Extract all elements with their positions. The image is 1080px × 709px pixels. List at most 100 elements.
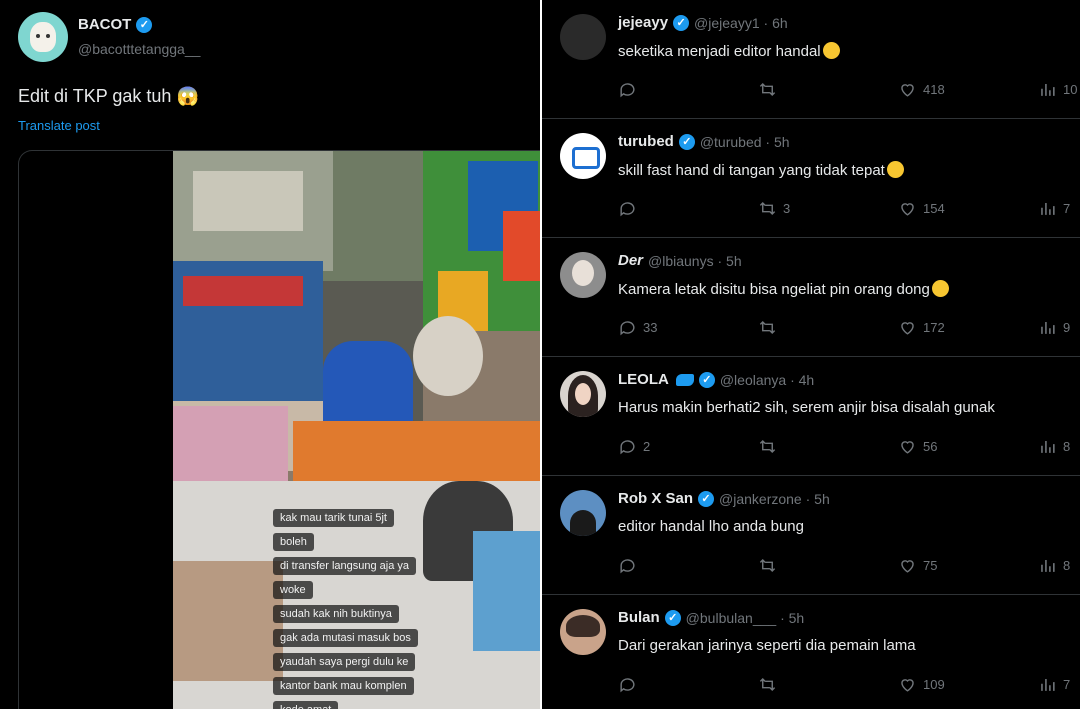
like-button[interactable]: 418: [898, 80, 945, 99]
verified-badge-icon: ✓: [673, 14, 690, 31]
retweet-button[interactable]: [758, 437, 783, 456]
chat-line: kak mau tarik tunai 5jt: [273, 509, 394, 527]
post-author-name[interactable]: BACOT: [78, 16, 131, 33]
reply-avatar[interactable]: [560, 490, 606, 536]
reply-item[interactable]: turubed ✓ @turubed · 5h skill fast hand di…: [542, 119, 1080, 238]
translate-post-link[interactable]: Translate post: [18, 118, 100, 133]
reply-author-name[interactable]: LEOLA: [618, 371, 669, 388]
retweet-icon: [759, 201, 776, 216]
verified-badge-icon: ✓: [698, 371, 715, 388]
reply-handle[interactable]: @bulbulan___ · 5h: [686, 610, 805, 626]
main-post: BACOT ✓ @bacotttetangga__ Edit di TKP ga…: [0, 0, 540, 709]
reply-author-name[interactable]: Rob X San: [618, 490, 693, 507]
reply-item[interactable]: LEOLA ✓ @leolanya · 4h Harus makin berhati…: [542, 357, 1080, 476]
reply-item[interactable]: jejeayy ✓ @jejeayy1 · 6h seketika menjadi …: [542, 0, 1080, 119]
views-icon: [1041, 202, 1055, 215]
post-author[interactable]: BACOT ✓: [78, 16, 153, 33]
reply-button[interactable]: [618, 199, 643, 218]
reply-author-name[interactable]: Der: [618, 252, 643, 269]
reply-button[interactable]: 2: [618, 437, 650, 456]
verified-badge-icon: ✓: [664, 609, 681, 626]
reply-text: seketika menjadi editor handal: [618, 42, 840, 60]
chat-line: boleh: [273, 533, 314, 551]
retweet-button[interactable]: [758, 675, 783, 694]
chat-line: woke: [273, 581, 313, 599]
views-button[interactable]: 9: [1038, 318, 1070, 337]
views-button[interactable]: 10: [1038, 80, 1077, 99]
retweet-button[interactable]: [758, 80, 783, 99]
post-video[interactable]: kak mau tarik tunai 5jt boleh di transfe…: [18, 150, 540, 709]
reply-avatar[interactable]: [560, 371, 606, 417]
chat-line: gak ada mutasi masuk bos: [273, 629, 418, 647]
heart-icon: [901, 679, 914, 692]
reply-text: Dari gerakan jarinya seperti dia pemain …: [618, 637, 916, 654]
comment-icon: [620, 321, 635, 336]
comment-icon: [620, 440, 635, 455]
like-button[interactable]: 154: [898, 199, 945, 218]
reply-avatar[interactable]: [560, 252, 606, 298]
video-chat-overlay: kak mau tarik tunai 5jt boleh di transfe…: [273, 506, 503, 709]
views-icon: [1041, 83, 1055, 96]
retweet-button[interactable]: [758, 556, 783, 575]
retweet-button[interactable]: 3: [758, 199, 790, 218]
comment-icon: [620, 83, 635, 98]
post-avatar[interactable]: [18, 12, 68, 62]
views-icon: [1041, 440, 1055, 453]
reply-actions: 109 7: [618, 675, 1080, 695]
views-button[interactable]: 8: [1038, 556, 1070, 575]
reply-actions: 75 8: [618, 556, 1080, 576]
reply-text: Kamera letak disitu bisa ngeliat pin ora…: [618, 280, 949, 298]
emoji-icon: [886, 161, 904, 178]
heart-icon: [901, 560, 914, 573]
reply-button[interactable]: [618, 675, 643, 694]
post-text: Edit di TKP gak tuh 😱: [18, 86, 199, 106]
retweet-icon: [759, 439, 776, 454]
reply-author-name[interactable]: jejeayy: [618, 14, 668, 31]
views-button[interactable]: 7: [1038, 199, 1070, 218]
video-frame[interactable]: kak mau tarik tunai 5jt boleh di transfe…: [173, 151, 540, 709]
verified-badge-icon: ✓: [698, 490, 715, 507]
reply-avatar[interactable]: [560, 609, 606, 655]
reply-text: editor handal lho anda bung: [618, 518, 804, 535]
reply-item[interactable]: Rob X San ✓ @jankerzone · 5h editor handal…: [542, 476, 1080, 595]
chat-line: di transfer langsung aja ya: [273, 557, 417, 575]
reply-button[interactable]: 33: [618, 318, 657, 337]
reply-handle[interactable]: @leolanya · 4h: [720, 372, 814, 388]
like-button[interactable]: 172: [898, 318, 945, 337]
like-button[interactable]: 75: [898, 556, 937, 575]
reply-item[interactable]: Bulan ✓ @bulbulan___ · 5h Dari gerakan jar…: [542, 595, 1080, 709]
reply-item[interactable]: Der @lbiaunys · 5h Kamera letak disitu bi…: [542, 238, 1080, 357]
reply-handle[interactable]: @lbiaunys · 5h: [648, 253, 742, 269]
retweet-button[interactable]: [758, 318, 783, 337]
reply-handle[interactable]: @turubed · 5h: [700, 134, 790, 150]
views-button[interactable]: 7: [1038, 675, 1070, 694]
views-icon: [1041, 321, 1055, 334]
replies-list: jejeayy ✓ @jejeayy1 · 6h seketika menjadi …: [542, 0, 1080, 709]
post-author-handle[interactable]: @bacotttetangga__: [78, 41, 200, 57]
views-icon: [1041, 678, 1055, 691]
chat-line: kantor bank mau komplen: [273, 677, 414, 695]
emoji-icon: [822, 42, 840, 59]
like-button[interactable]: 109: [898, 675, 945, 694]
wave-icon: [675, 373, 694, 386]
reply-handle[interactable]: @jejeayy1 · 6h: [694, 15, 788, 31]
heart-icon: [901, 322, 914, 335]
reply-author-name[interactable]: Bulan: [618, 609, 660, 626]
reply-avatar[interactable]: [560, 133, 606, 179]
chat-line: kode amat: [273, 701, 339, 709]
heart-icon: [901, 203, 914, 216]
reply-avatar[interactable]: [560, 14, 606, 60]
retweet-icon: [759, 320, 776, 335]
views-button[interactable]: 8: [1038, 437, 1070, 456]
verified-badge-icon: ✓: [136, 16, 153, 33]
comment-icon: [620, 559, 635, 574]
reply-button[interactable]: [618, 80, 643, 99]
views-icon: [1041, 559, 1055, 572]
reply-actions: 2 56 8: [618, 437, 1080, 457]
like-button[interactable]: 56: [898, 437, 937, 456]
retweet-icon: [759, 677, 776, 692]
reply-author-name[interactable]: turubed: [618, 133, 674, 150]
reply-button[interactable]: [618, 556, 643, 575]
reply-handle[interactable]: @jankerzone · 5h: [719, 491, 830, 507]
verified-badge-icon: ✓: [678, 133, 695, 150]
